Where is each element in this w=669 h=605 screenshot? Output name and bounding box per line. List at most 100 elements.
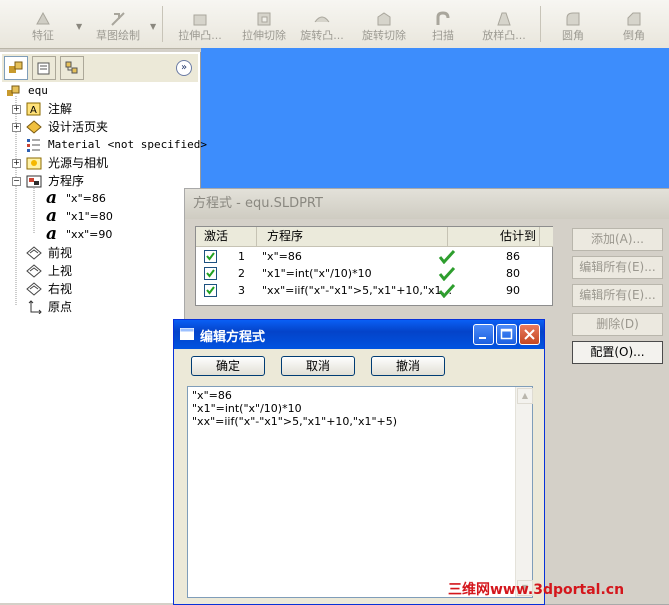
delete-button[interactable]: 删除(D)	[572, 313, 663, 336]
sweep-button[interactable]: 扫描	[418, 0, 468, 48]
minimize-button[interactable]	[473, 324, 494, 345]
equation-icon: a	[46, 206, 58, 226]
sweep-icon	[436, 11, 450, 25]
table-row[interactable]: 2 "x1"=int("x"/10)*10 80	[196, 265, 552, 282]
cancel-button[interactable]: 取消	[281, 356, 355, 376]
expand-icon[interactable]: +	[12, 105, 21, 114]
property-icon	[37, 62, 50, 75]
equation-icon: a	[46, 224, 58, 244]
close-button[interactable]	[519, 324, 540, 345]
evaluated-value: 90	[506, 284, 520, 297]
tab-feature-manager[interactable]	[4, 56, 28, 80]
tree-item-label: "x1"=80	[66, 210, 113, 223]
binder-icon	[26, 120, 42, 134]
fillet-icon	[566, 12, 580, 26]
tree-item-label: Material <not specified>	[48, 138, 207, 151]
configuration-icon	[65, 61, 78, 74]
sweep-label: 扫描	[432, 29, 454, 42]
extrude-boss-button[interactable]: 拉伸凸...	[170, 0, 230, 48]
command-toolbar: 特征 ▼ 草图绘制 ▼ 拉伸凸... 拉伸切除 旋转凸... 旋转切除 扫描 放…	[0, 0, 669, 49]
revolve-cut-icon	[377, 12, 391, 26]
column-header-evaluates[interactable]: 估计到	[447, 227, 540, 247]
equation-line: "x"=86	[192, 389, 232, 402]
chevron-down-icon[interactable]: ▼	[76, 22, 82, 31]
revolve-boss-icon	[314, 16, 330, 23]
active-checkbox[interactable]	[204, 267, 217, 280]
table-row[interactable]: 1 "x"=86 86	[196, 248, 552, 265]
equations-folder-icon	[26, 175, 42, 188]
active-checkbox[interactable]	[204, 284, 217, 297]
table-row[interactable]: 3 "xx"=iif("x"-"x1">5,"x1"+10,"x1... 90	[196, 282, 552, 299]
undo-button[interactable]: 撤消	[371, 356, 445, 376]
feature-tree-icon	[9, 61, 23, 73]
equation-text: "x1"=int("x"/10)*10	[262, 267, 372, 280]
vertical-scrollbar[interactable]: ▲ ▼	[515, 387, 533, 597]
sketch-tab[interactable]: 草图绘制	[88, 0, 148, 48]
tree-item-label: 上视	[48, 264, 73, 278]
equation-text-area[interactable]: "x"=86 "x1"=int("x"/10)*10 "xx"=iif("x"-…	[187, 386, 533, 598]
plane-icon	[26, 246, 42, 260]
chamfer-button[interactable]: 倒角	[608, 0, 660, 48]
configuration-button[interactable]: 配置(O)...	[572, 341, 663, 364]
equation-icon: a	[46, 188, 58, 208]
feature-tab[interactable]: 特征	[14, 0, 72, 48]
tree-item-label: "x"=86	[66, 192, 106, 205]
expand-icon[interactable]: +	[12, 159, 21, 168]
sketch-icon	[111, 12, 125, 26]
chamfer-label: 倒角	[623, 29, 645, 42]
extrude-cut-label: 拉伸切除	[242, 29, 286, 42]
watermark: 三维网www.3dportal.cn	[448, 582, 625, 598]
dialog-titlebar[interactable]: 方程式 - equ.SLDPRT	[185, 189, 669, 219]
expand-panel-button[interactable]: »	[176, 60, 192, 76]
dialog-title: 方程式 - equ.SLDPRT	[193, 196, 323, 211]
chevron-down-icon[interactable]: ▼	[150, 22, 156, 31]
add-button[interactable]: 添加(A)...	[572, 228, 663, 251]
scroll-up-arrow-icon[interactable]: ▲	[517, 388, 533, 404]
evaluated-value: 86	[506, 250, 520, 263]
plane-icon	[26, 264, 42, 278]
revolve-cut-button[interactable]: 旋转切除	[354, 0, 414, 48]
origin-icon	[28, 300, 42, 314]
ok-button[interactable]: 确定	[191, 356, 265, 376]
tree-item-label: 光源与相机	[48, 156, 109, 170]
expand-icon[interactable]: +	[12, 123, 21, 132]
tab-property-manager[interactable]	[32, 56, 56, 80]
collapse-icon[interactable]: −	[12, 177, 21, 186]
feature-icon	[36, 11, 50, 25]
column-header-active[interactable]: 激活	[196, 227, 256, 247]
window-icon	[180, 328, 194, 340]
tree-item-label: 右视	[48, 282, 73, 296]
material-icon	[27, 139, 40, 152]
extrude-boss-label: 拉伸凸...	[178, 29, 222, 42]
fillet-button[interactable]: 圆角	[548, 0, 598, 48]
tree-item-label: 设计活页夹	[48, 120, 109, 134]
loft-button[interactable]: 放样凸...	[474, 0, 534, 48]
column-header-equation[interactable]: 方程序	[256, 227, 447, 247]
dialog-title: 编辑方程式	[200, 330, 266, 345]
feature-label: 特征	[32, 29, 54, 42]
edit-all-button[interactable]: 编辑所有(E)...	[572, 256, 663, 279]
revolve-boss-button[interactable]: 旋转凸...	[292, 0, 352, 48]
active-checkbox[interactable]	[204, 250, 217, 263]
lights-icon	[26, 157, 42, 170]
dialog-titlebar[interactable]: 编辑方程式	[174, 320, 544, 349]
plane-icon	[26, 282, 42, 296]
chamfer-icon	[627, 12, 641, 26]
extrude-cut-button[interactable]: 拉伸切除	[234, 0, 294, 48]
maximize-icon	[500, 328, 513, 340]
revolve-cut-label: 旋转切除	[362, 29, 406, 42]
extrude-boss-icon	[193, 14, 207, 26]
edit-all-button-2[interactable]: 编辑所有(E)...	[572, 284, 663, 307]
revolve-boss-label: 旋转凸...	[300, 29, 344, 42]
equation-line: "x1"=int("x"/10)*10	[192, 402, 302, 415]
svg-text:A: A	[30, 105, 37, 116]
equations-table: 激活 方程序 估计到 1 "x"=86 86 2 "x1"=int("x"/10…	[195, 226, 553, 306]
row-number: 2	[238, 267, 245, 280]
close-icon	[524, 329, 535, 340]
toolbar-divider	[540, 6, 541, 42]
tree-item-label: 注解	[48, 102, 73, 116]
maximize-button[interactable]	[496, 324, 517, 345]
tab-configuration-manager[interactable]	[60, 56, 84, 80]
equation-text: "xx"=iif("x"-"x1">5,"x1"+10,"x1...	[262, 284, 452, 297]
checkmark-icon	[438, 283, 456, 298]
